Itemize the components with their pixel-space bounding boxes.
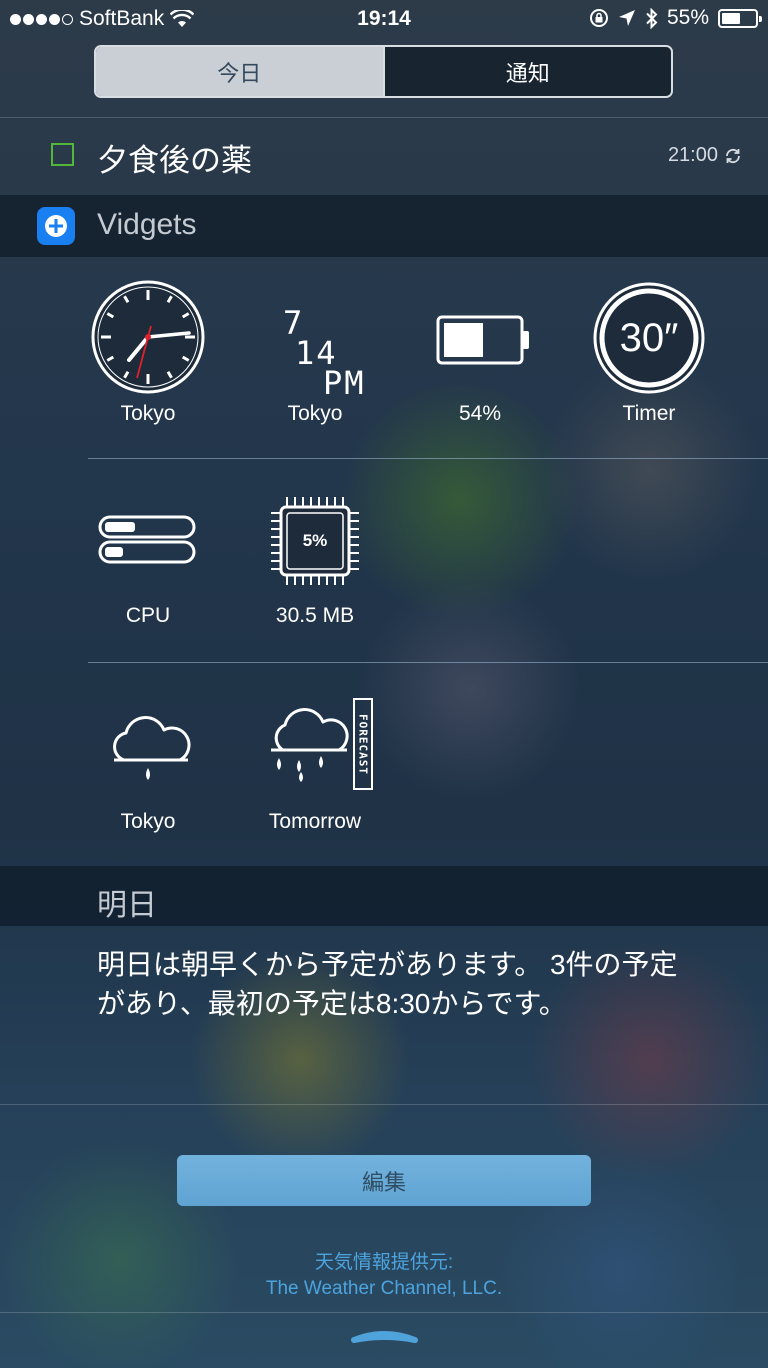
vidgets-header: Vidgets [0,195,768,257]
forecast-text: FORECAST [356,713,370,775]
tomorrow-title: 明日 [97,889,157,922]
close-handle-icon[interactable] [351,1324,418,1346]
battery-percent: 55% [666,6,709,29]
battery-level-icon [436,315,529,365]
vidgets-title: Vidgets [97,208,197,241]
digital-clock-widget[interactable]: 7 14 PM Tokyo [235,278,395,428]
weather-tomorrow-widget[interactable]: FORECAST Tomorrow [235,698,395,840]
forecast-badge: FORECAST [353,698,373,790]
weather-now-label: Tokyo [120,810,176,833]
divider [0,1104,768,1105]
bluetooth-icon [646,7,658,29]
reminder-checkbox[interactable] [51,143,74,166]
reminder-time-value: 21:00 [667,144,718,166]
battery-icon [718,8,762,28]
battery-widget-label: 54% [458,402,502,425]
cpu-widget[interactable]: CPU [68,500,228,630]
tab-notifications[interactable]: 通知 [382,47,671,96]
weather-tomorrow-label: Tomorrow [268,810,362,833]
weather-credit: 天気情報提供元: The Weather Channel, LLC. [0,1250,768,1302]
edit-button[interactable]: 編集 [177,1155,591,1206]
tomorrow-summary: 明日は朝早くから予定があります。 3件の予定 があり、最初の予定は8:30からで… [97,945,728,1023]
widget-row-divider [88,662,768,663]
weather-credit-line2: The Weather Channel, LLC. [265,1278,503,1299]
tab-today[interactable]: 今日 [96,47,383,96]
rotation-lock-icon [589,9,608,27]
widget-row-divider [88,458,768,459]
reminder-item[interactable]: 夕食後の薬 21:00 [0,118,768,194]
chip-value: 5% [302,531,328,550]
digital-clock-ampm: PM [323,364,366,402]
memory-widget[interactable]: 5% 30.5 MB [235,497,395,630]
timer-widget[interactable]: 30″ Timer [569,278,729,428]
vidgets-app-icon[interactable] [37,207,75,245]
weather-link[interactable]: 天気 [315,1252,353,1273]
digital-clock-label: Tokyo [287,402,343,425]
analog-clock-icon [91,280,205,394]
weather-now-widget[interactable]: Tokyo [68,700,228,840]
status-right: 55% [589,6,762,30]
today-notifications-segment: 今日 通知 [94,45,673,98]
cpu-bars-icon [98,515,196,564]
cloud-heavy-rain-icon [271,708,349,782]
divider [0,1312,768,1313]
tomorrow-summary-line2: があり、最初の予定は8:30からです。 [97,988,567,1019]
analog-clock-label: Tokyo [120,402,176,425]
weather-credit-line1: 天気情報提供元: [0,1250,768,1276]
cloud-rain-icon [113,716,191,780]
tomorrow-header: 明日 [0,866,768,926]
memory-label: 30.5 MB [275,604,355,627]
digital-clock-display: 7 14 PM [283,307,373,402]
analog-clock-widget[interactable]: Tokyo [68,278,228,428]
timer-label: Timer [622,402,676,425]
weather-credit-rest: 情報提供元: [352,1252,454,1273]
repeat-icon [726,148,740,163]
cpu-label: CPU [125,604,171,627]
reminder-time: 21:00 [668,144,742,167]
location-arrow-icon [618,10,635,26]
reminder-title: 夕食後の薬 [97,143,252,178]
tomorrow-summary-line1: 明日は朝早くから予定があります。 3件の予定 [97,949,678,980]
battery-widget[interactable]: 54% [400,278,560,428]
status-bar: SoftBank 19:14 55% [0,0,768,40]
timer-value: 30″ [619,316,679,360]
